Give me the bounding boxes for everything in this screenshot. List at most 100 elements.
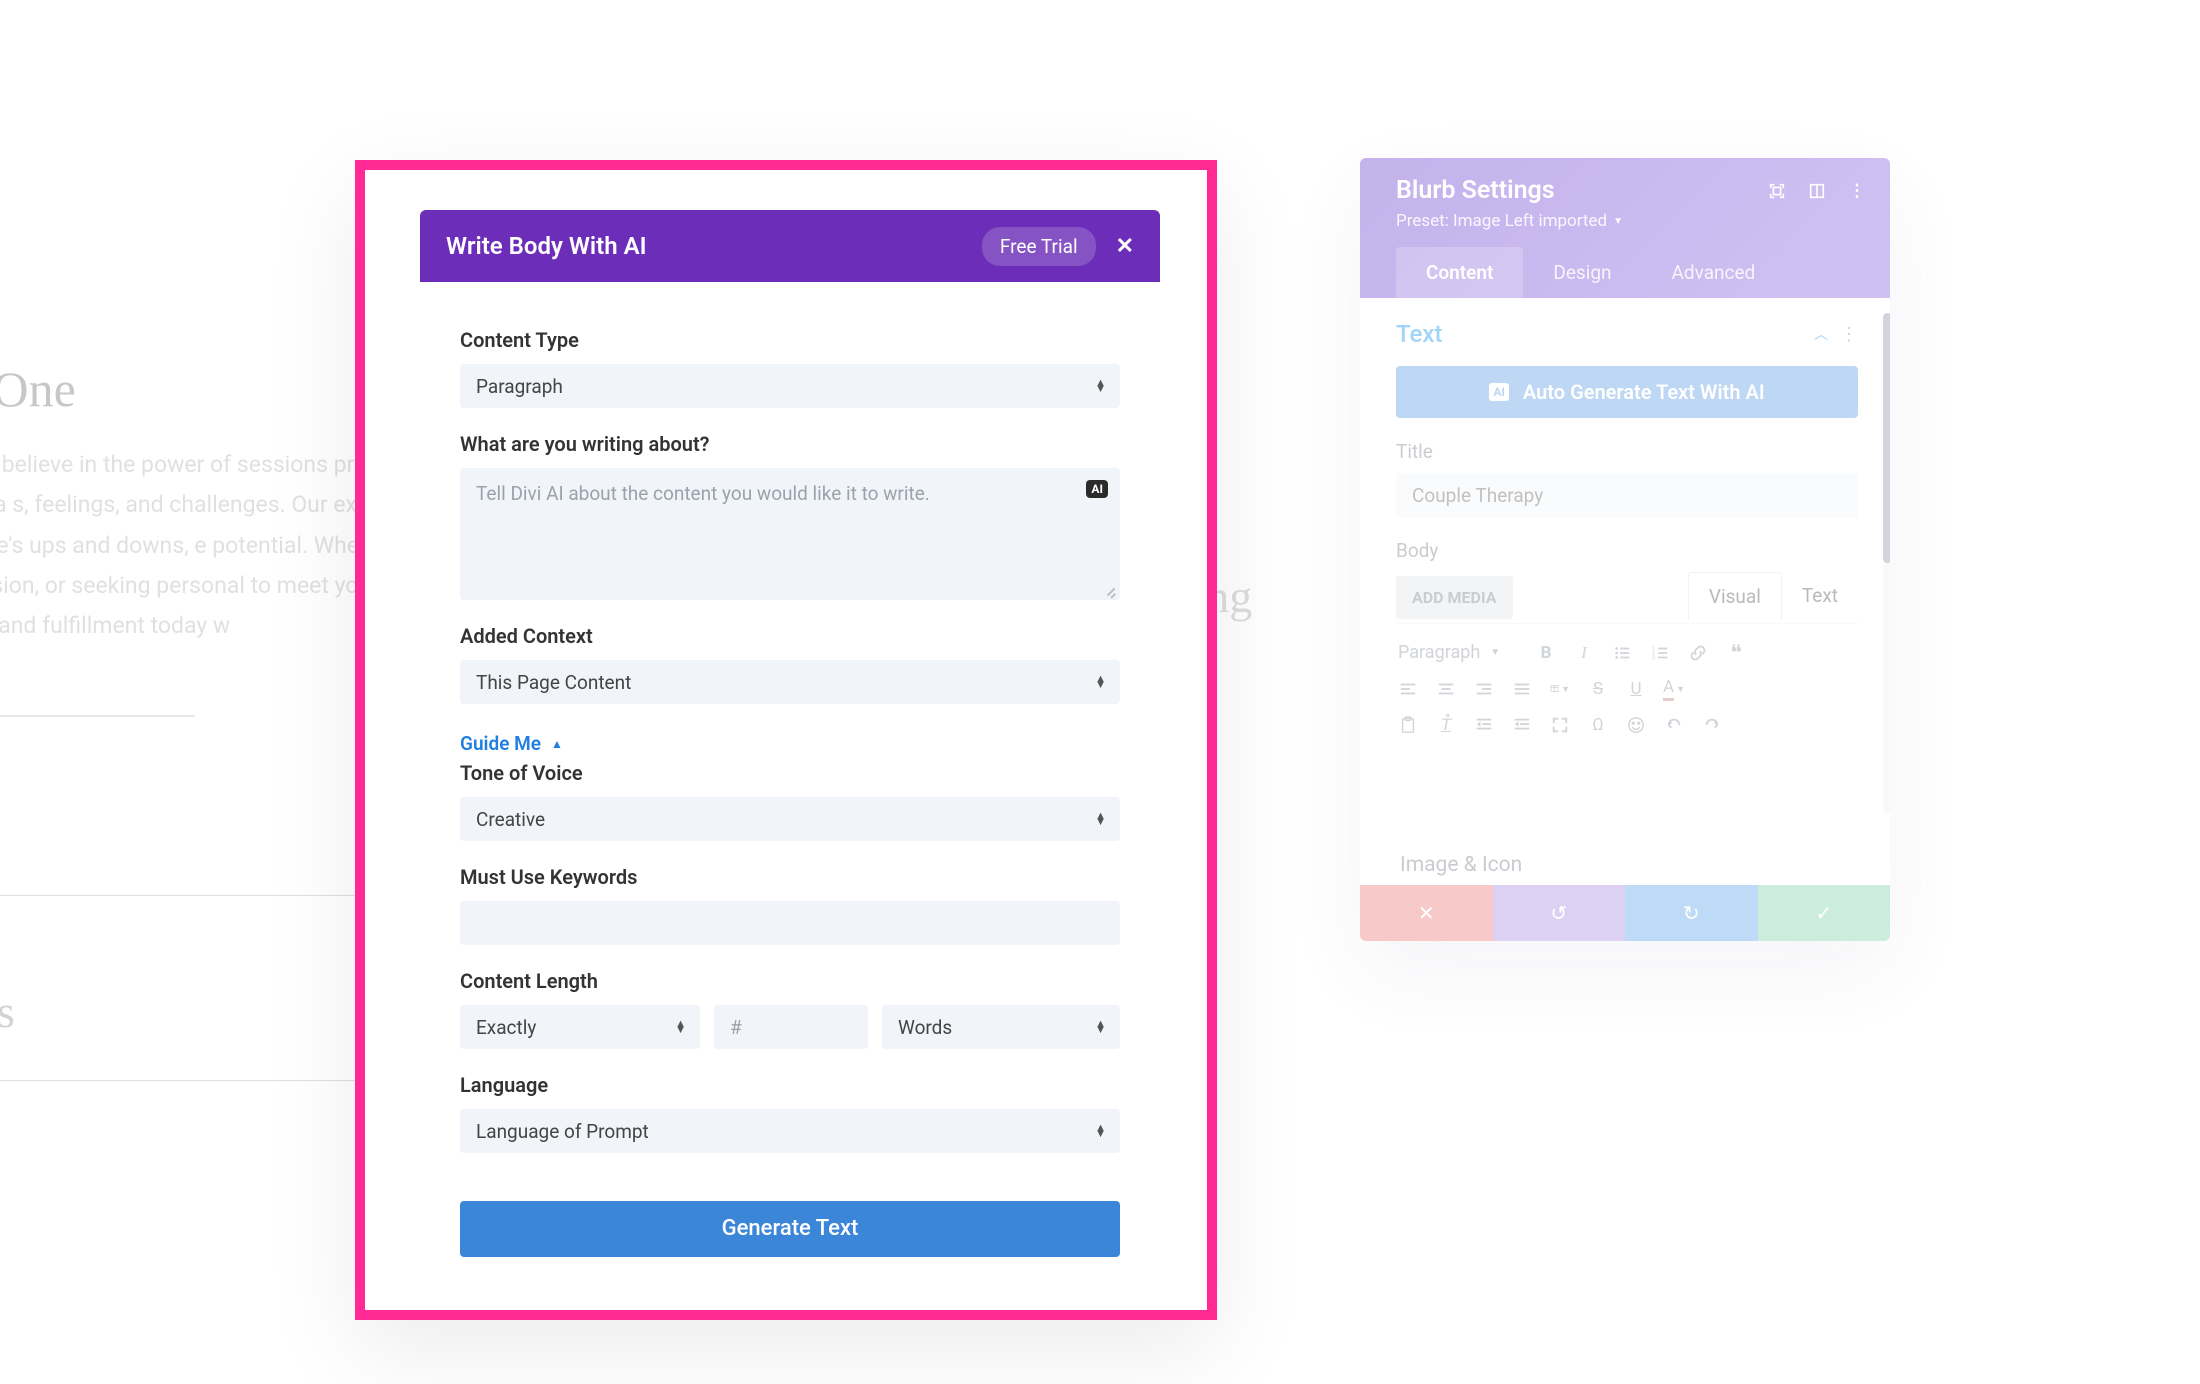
ai-modal: Write Body With AI Free Trial ✕ Content … xyxy=(420,210,1160,1287)
label-keywords: Must Use Keywords xyxy=(460,865,1120,889)
writing-about-placeholder: Tell Divi AI about the content you would… xyxy=(476,482,930,505)
length-number-input[interactable]: # xyxy=(714,1005,868,1049)
content-type-select[interactable]: Paragraph ▲▼ xyxy=(460,364,1120,408)
writing-about-textarea[interactable]: Tell Divi AI about the content you would… xyxy=(460,468,1120,600)
fullscreen-icon[interactable] xyxy=(1550,715,1570,735)
keywords-input[interactable] xyxy=(460,901,1120,945)
cancel-button[interactable]: ✕ xyxy=(1360,885,1493,941)
ai-icon[interactable]: AI xyxy=(1086,480,1108,498)
close-icon[interactable]: ✕ xyxy=(1116,234,1134,259)
triangle-up-icon: ▲ xyxy=(551,737,563,751)
paste-text-icon[interactable] xyxy=(1398,715,1418,735)
clear-format-icon[interactable]: T̽ xyxy=(1436,715,1456,735)
language-select[interactable]: Language of Prompt ▲▼ xyxy=(460,1109,1120,1153)
numbered-list-icon[interactable]: 123 xyxy=(1650,643,1670,663)
paragraph-style-select[interactable]: Paragraph ▼ xyxy=(1398,642,1518,663)
length-unit-select[interactable]: Words ▲▼ xyxy=(882,1005,1120,1049)
title-input[interactable]: Couple Therapy xyxy=(1396,473,1858,517)
label-content-type: Content Type xyxy=(460,328,1120,352)
scrollbar[interactable] xyxy=(1883,313,1890,813)
ai-modal-header: Write Body With AI Free Trial ✕ xyxy=(420,210,1160,282)
guide-me-toggle[interactable]: Guide Me ▲ xyxy=(460,732,1120,755)
section-text[interactable]: Text xyxy=(1396,320,1814,348)
bg-heading-shops: shops xyxy=(0,985,15,1038)
outdent-icon[interactable] xyxy=(1474,715,1494,735)
chevron-up-icon[interactable]: ︿ xyxy=(1814,324,1828,344)
length-unit-value: Words xyxy=(898,1016,952,1039)
length-mode-value: Exactly xyxy=(476,1016,536,1039)
align-right-icon[interactable] xyxy=(1474,679,1494,699)
label-title: Title xyxy=(1396,440,1858,463)
scrollbar-thumb[interactable] xyxy=(1883,313,1890,563)
bullet-list-icon[interactable] xyxy=(1612,643,1632,663)
ai-modal-title: Write Body With AI xyxy=(446,232,982,260)
auto-generate-label: Auto Generate Text With AI xyxy=(1523,380,1765,404)
redo-icon[interactable] xyxy=(1702,715,1722,735)
free-trial-badge[interactable]: Free Trial xyxy=(982,227,1096,266)
tab-design[interactable]: Design xyxy=(1523,247,1641,298)
title-value: Couple Therapy xyxy=(1412,484,1543,507)
chevron-updown-icon: ▲▼ xyxy=(1095,813,1106,825)
preset-dropdown[interactable]: Preset: Image Left imported ▼ xyxy=(1396,211,1866,231)
emoji-icon[interactable] xyxy=(1626,715,1646,735)
text-color-icon[interactable]: A▼ xyxy=(1664,679,1684,699)
length-number-placeholder: # xyxy=(730,1016,742,1039)
underline-icon[interactable]: U xyxy=(1626,679,1646,699)
generate-text-button[interactable]: Generate Text xyxy=(460,1201,1120,1257)
tone-select[interactable]: Creative ▲▼ xyxy=(460,797,1120,841)
table-icon[interactable]: ▼ xyxy=(1550,679,1570,699)
chevron-updown-icon: ▲▼ xyxy=(675,1021,686,1033)
omega-icon[interactable]: Ω xyxy=(1588,715,1608,735)
language-value: Language of Prompt xyxy=(476,1120,649,1143)
chevron-down-icon: ▼ xyxy=(1490,647,1500,658)
align-left-icon[interactable] xyxy=(1398,679,1418,699)
chevron-updown-icon: ▲▼ xyxy=(1095,380,1106,392)
auto-generate-button[interactable]: AI Auto Generate Text With AI xyxy=(1396,366,1858,418)
blurb-tabs: Content Design Advanced xyxy=(1396,247,1866,298)
undo-icon[interactable] xyxy=(1664,715,1684,735)
align-justify-icon[interactable] xyxy=(1512,679,1532,699)
label-writing-about: What are you writing about? xyxy=(460,432,1120,456)
ai-modal-highlight-frame: Write Body With AI Free Trial ✕ Content … xyxy=(355,160,1217,1320)
indent-icon[interactable] xyxy=(1512,715,1532,735)
label-content-length: Content Length xyxy=(460,969,1120,993)
save-button[interactable]: ✓ xyxy=(1758,885,1891,941)
kebab-icon[interactable]: ⋮ xyxy=(1840,324,1858,345)
bg-divider xyxy=(0,715,195,717)
blurb-header: Blurb Settings ⋮ Preset: Image Left impo… xyxy=(1360,158,1890,298)
italic-icon[interactable]: I xyxy=(1574,643,1594,663)
undo-button[interactable]: ↺ xyxy=(1493,885,1626,941)
section-image-icon[interactable]: Image & Icon xyxy=(1400,853,1858,877)
preset-label: Preset: Image Left imported xyxy=(1396,211,1607,231)
label-added-context: Added Context xyxy=(460,624,1120,648)
chevron-updown-icon: ▲▼ xyxy=(1095,676,1106,688)
bold-icon[interactable]: B xyxy=(1536,643,1556,663)
ai-icon: AI xyxy=(1489,383,1509,401)
length-mode-select[interactable]: Exactly ▲▼ xyxy=(460,1005,700,1049)
tab-content[interactable]: Content xyxy=(1396,247,1523,298)
resize-handle-icon[interactable] xyxy=(1102,582,1116,596)
editor-tab-visual[interactable]: Visual xyxy=(1688,572,1782,620)
guide-me-label: Guide Me xyxy=(460,732,541,755)
added-context-value: This Page Content xyxy=(476,671,631,694)
label-tone: Tone of Voice xyxy=(460,761,1120,785)
tab-advanced[interactable]: Advanced xyxy=(1642,247,1786,298)
kebab-icon[interactable]: ⋮ xyxy=(1848,182,1866,200)
tone-value: Creative xyxy=(476,808,545,831)
ai-modal-body: Content Type Paragraph ▲▼ What are you w… xyxy=(420,282,1160,1287)
align-center-icon[interactable] xyxy=(1436,679,1456,699)
added-context-select[interactable]: This Page Content ▲▼ xyxy=(460,660,1120,704)
blurb-title: Blurb Settings xyxy=(1396,176,1768,205)
label-body: Body xyxy=(1396,539,1858,562)
strikethrough-icon[interactable]: S xyxy=(1588,679,1608,699)
columns-icon[interactable] xyxy=(1808,182,1826,200)
add-media-button[interactable]: ADD MEDIA xyxy=(1396,576,1513,619)
editor-tab-text[interactable]: Text xyxy=(1782,572,1858,620)
blurb-settings-panel: Blurb Settings ⋮ Preset: Image Left impo… xyxy=(1360,158,1890,941)
quote-icon[interactable]: ❝ xyxy=(1726,643,1746,663)
snap-icon[interactable] xyxy=(1768,182,1786,200)
blurb-body: Text ︿ ⋮ AI Auto Generate Text With AI T… xyxy=(1360,298,1890,885)
label-language: Language xyxy=(460,1073,1120,1097)
link-icon[interactable] xyxy=(1688,643,1708,663)
redo-button[interactable]: ↻ xyxy=(1625,885,1758,941)
